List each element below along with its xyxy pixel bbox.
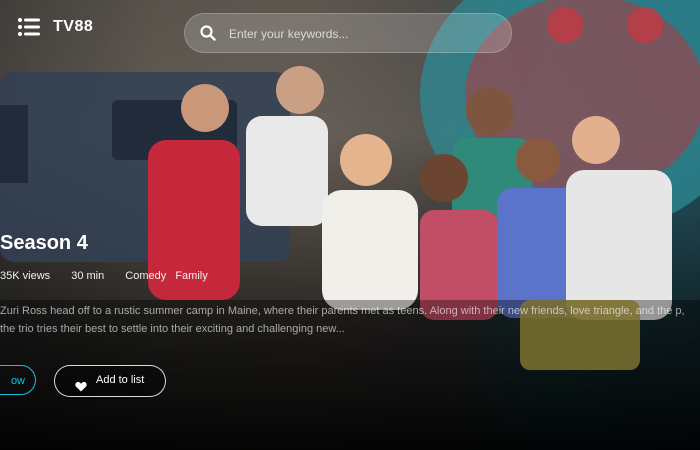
featured-meta: 35K views 30 min Comedy Family	[0, 270, 214, 282]
featured-description: Zuri Ross head off to a rustic summer ca…	[0, 305, 685, 335]
search-input[interactable]	[227, 14, 501, 54]
watch-now-button[interactable]: ow	[0, 365, 36, 395]
brand-logo[interactable]: TV88	[53, 18, 93, 36]
duration: 30 min	[71, 270, 105, 282]
views-count: 35K views	[0, 270, 51, 282]
add-to-list-button[interactable]: Add to list	[54, 365, 166, 397]
top-bar: TV88	[0, 0, 700, 60]
genre-tag[interactable]: Comedy	[125, 270, 166, 282]
add-to-list-label: Add to list	[96, 374, 145, 386]
search-bar[interactable]	[184, 13, 512, 54]
menu-icon[interactable]	[18, 18, 40, 36]
search-icon[interactable]	[200, 25, 216, 41]
genre-tag[interactable]: Family	[175, 270, 207, 282]
heart-icon	[75, 375, 87, 392]
featured-title: Season 4	[0, 232, 88, 254]
